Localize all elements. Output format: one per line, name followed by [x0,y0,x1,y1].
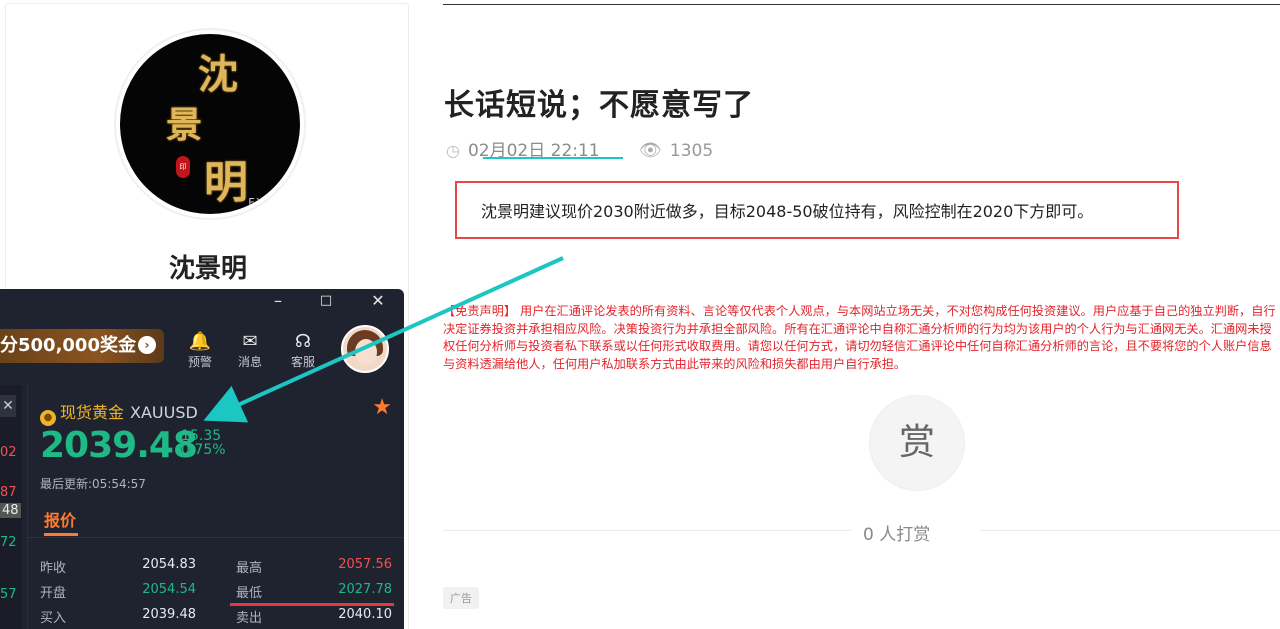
symbol-code: XAUUSD [130,403,198,422]
quote-value: 2027.78 [338,582,392,597]
avatar-calligraphy-3: 明 [204,157,248,208]
change-percent: -0.75% [176,442,226,458]
avatar-calligraphy-2: 景 [166,104,203,146]
alert-label: 预警 [187,355,212,369]
reward-count: 0 人打赏 [863,525,931,545]
quote-label: 昨收 [40,561,67,576]
bell-icon: 🔔 [188,331,212,352]
reward-divider-left [443,530,851,531]
last-price: 2039.48 [40,425,198,466]
seal-icon: 印 [176,156,190,178]
watchlist-value: 02 [0,445,17,460]
last-updated: 最后更新:05:54:57 [40,477,146,491]
promo-banner[interactable]: 分500,000奖金 › [0,329,164,363]
alert-button[interactable]: 🔔 预警 [180,331,220,370]
gold-coin-icon: ● [40,410,56,426]
support-button[interactable]: ☊ 客服 [283,331,323,370]
reward-button[interactable]: 赏 [869,395,965,491]
user-avatar[interactable] [341,325,389,373]
advice-text: 沈景明建议现价2030附近做多，目标2048-50破位持有，风险控制在2020下… [481,202,1094,221]
symbol-header: ● 现货黄金 XAUUSD [40,399,198,426]
promo-text: 分500,000奖金 [0,335,136,356]
ad-badge: 广告 [443,587,479,609]
messages-label: 消息 [237,355,262,369]
quote-value: 2040.10 [338,607,392,622]
symbol-name: 现货黄金 [60,403,125,422]
quote-label: 最高 [236,561,263,576]
change-value: -15.35 [176,428,222,444]
tab-divider [28,537,404,538]
favorite-star-icon[interactable]: ★ [372,395,392,420]
chevron-right-icon: › [137,336,156,354]
window-titlebar: – □ ✕ [0,289,404,315]
price-change: -15.35 -0.75% [176,429,226,457]
reward-divider-right [980,530,1280,531]
mail-icon: ✉ [242,331,258,352]
watchlist-value: 87 [0,485,17,500]
avatar-watermark: FX6 [248,196,274,210]
date-highlight-underline [483,157,623,159]
quote-label: 最低 [236,586,263,601]
minimize-button[interactable]: – [268,291,288,310]
headset-icon: ☊ [295,331,311,352]
quote-label: 开盘 [40,586,67,601]
disclaimer-text: 【免责声明】 用户在汇通评论发表的所有资料、言论等仅代表个人观点，与本网站立场无… [443,304,1276,371]
support-label: 客服 [290,355,315,369]
quote-value: 2039.48 [142,607,196,622]
author-name[interactable]: 沈景明 [6,248,410,285]
watchlist-value: 48 [0,503,21,518]
quote-value: 2054.54 [142,582,196,597]
quote-label: 买入 [40,611,67,626]
low-price-highlight [230,603,394,606]
watchlist-strip: ✕ 02 87 48 72 57 [0,385,22,629]
messages-button[interactable]: ✉ 消息 [230,331,270,370]
top-divider [443,4,1280,5]
watchlist-value: 72 [0,535,17,550]
article-title: 长话短说；不愿意写了 [444,88,754,123]
quote-value: 2057.56 [338,557,392,572]
view-count: 1305 [669,141,714,161]
clock-icon: ◷ [446,141,460,160]
quote-value: 2054.83 [142,557,196,572]
app-toolbar: 分500,000奖金 › 🔔 预警 ✉ 消息 ☊ 客服 [0,315,404,385]
quote-app-window: – □ ✕ 分500,000奖金 › 🔔 预警 ✉ 消息 ☊ 客服 ✕ 02 87… [0,289,404,629]
close-icon[interactable]: ✕ [0,395,16,417]
quote-row: 昨收 [40,557,66,576]
maximize-button[interactable]: □ [316,293,336,308]
quote-label: 卖出 [236,611,263,626]
quote-detail-panel: ● 现货黄金 XAUUSD ★ 2039.48 -15.35 -0.75% 最后更新… [27,385,404,629]
avatar-calligraphy-1: 沈 [198,51,238,98]
author-avatar[interactable]: 沈 景 明 印 FX6 [114,28,306,220]
eye-icon: 👁 [639,140,662,161]
tab-quote[interactable]: 报价 [44,507,76,531]
active-tab-indicator [44,533,78,536]
close-button[interactable]: ✕ [368,291,388,310]
watchlist-value: 57 [0,587,17,602]
advice-highlight-box: 沈景明建议现价2030附近做多，目标2048-50破位持有，风险控制在2020下… [455,181,1179,239]
